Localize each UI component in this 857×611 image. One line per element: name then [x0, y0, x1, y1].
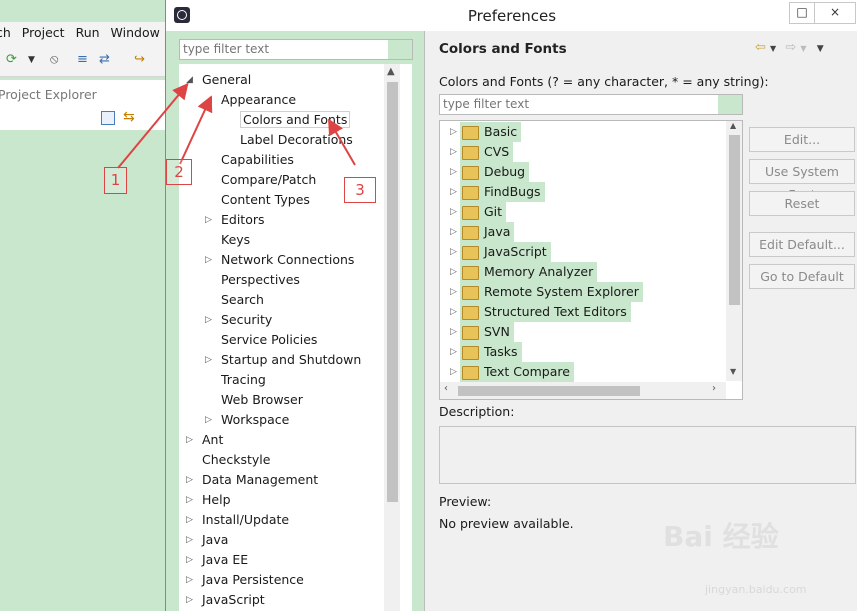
arrow-3 — [327, 118, 356, 166]
arrow-1 — [117, 82, 189, 169]
annotation-label-2: 2 — [166, 159, 192, 185]
watermark-url: jingyan.baidu.com — [705, 583, 807, 596]
arrow-2 — [179, 95, 213, 165]
annotation-label-1: 1 — [104, 167, 127, 194]
watermark-logo: Bai 经验 — [663, 520, 779, 553]
annotation-label-3: 3 — [344, 177, 376, 203]
